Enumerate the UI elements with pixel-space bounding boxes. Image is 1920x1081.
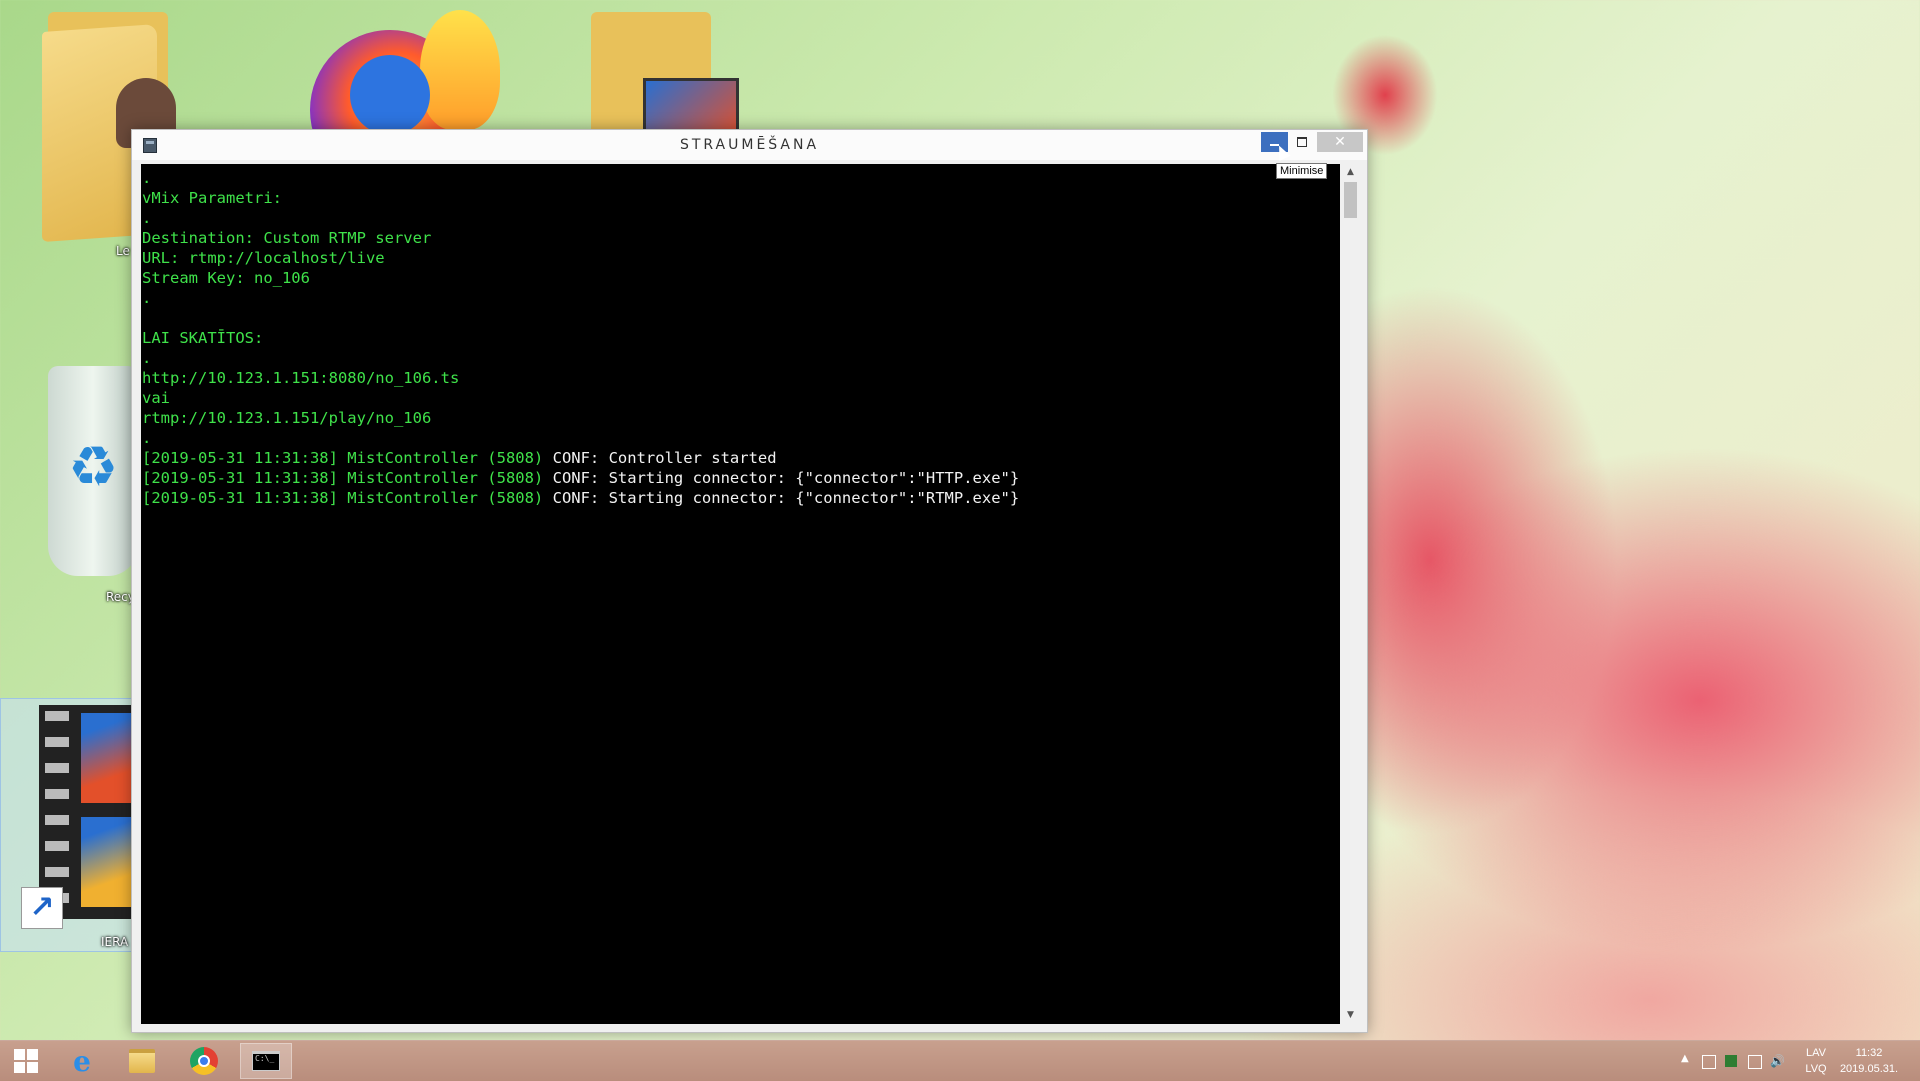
console-text-segment: vai xyxy=(142,389,170,407)
console-text-segment: Destination: Custom RTMP server xyxy=(142,229,432,247)
file-explorer-icon xyxy=(129,1049,155,1073)
console-text-segment: . xyxy=(142,209,152,227)
windows-start-icon xyxy=(14,1049,38,1073)
scrollbar-thumb[interactable] xyxy=(1344,182,1357,218)
console-text-segment: [2019-05-31 11:31:38] MistController (58… xyxy=(142,449,553,467)
maximize-icon xyxy=(1297,137,1307,147)
console-text-segment: . xyxy=(142,169,152,187)
start-button[interactable] xyxy=(0,1043,52,1079)
console-text-segment: CONF: Starting connector: {"connector":"… xyxy=(552,469,1020,487)
console-line: . xyxy=(142,288,1340,308)
input-language-indicator[interactable]: LAV LVQ xyxy=(1796,1045,1836,1077)
window-titlebar[interactable]: STRAUMĒŠANA ✕ xyxy=(132,130,1367,160)
command-prompt-icon: C:\_ xyxy=(252,1051,280,1071)
chrome-icon xyxy=(190,1047,218,1075)
taskbar-internet-explorer[interactable]: e xyxy=(56,1043,108,1079)
shortcut-arrow-icon: ↗ xyxy=(21,887,63,929)
console-text-segment: rtmp://10.123.1.151/play/no_106 xyxy=(142,409,432,427)
console-line: . xyxy=(142,208,1340,228)
desktop-icon-video-folder[interactable] xyxy=(585,8,745,152)
console-line: . xyxy=(142,428,1340,448)
console-line: [2019-05-31 11:31:38] MistController (58… xyxy=(142,468,1340,488)
console-line: vMix Parametri: xyxy=(142,188,1340,208)
console-line: . xyxy=(142,168,1340,188)
firefox-icon[interactable] xyxy=(300,10,520,190)
console-window[interactable]: STRAUMĒŠANA ✕ . vMix Parametri:. Destinati… xyxy=(131,129,1368,1033)
minimize-tooltip: Minimise xyxy=(1276,163,1328,179)
close-button[interactable]: ✕ xyxy=(1317,132,1363,152)
console-text-segment: CONF: Starting connector: {"connector":"… xyxy=(552,489,1020,507)
taskbar: e C:\_ ▲ 🔊 LAV LVQ 11:32 2019.05.31. xyxy=(0,1040,1920,1081)
nvidia-icon[interactable] xyxy=(1725,1055,1737,1067)
network-icon[interactable] xyxy=(1748,1055,1762,1069)
clock-date: 2019.05.31. xyxy=(1839,1063,1899,1075)
console-text-segment: CONF: Controller started xyxy=(552,449,777,467)
taskbar-file-explorer[interactable] xyxy=(116,1043,168,1079)
console-line: Stream Key: no_106 xyxy=(142,268,1340,288)
vertical-scrollbar[interactable]: ▲ ▼ xyxy=(1342,164,1359,1024)
clock[interactable]: 11:32 2019.05.31. xyxy=(1836,1045,1902,1077)
console-text-segment: http://10.123.1.151:8080/no_106.ts xyxy=(142,369,460,387)
console-line: . xyxy=(142,348,1340,368)
console-text-segment: Stream Key: no_106 xyxy=(142,269,310,287)
console-output[interactable]: . vMix Parametri:. Destination: Custom RTM… xyxy=(141,164,1340,1024)
console-line: URL: rtmp://localhost/live xyxy=(142,248,1340,268)
action-center-flag-icon[interactable] xyxy=(1702,1055,1716,1069)
taskbar-chrome[interactable] xyxy=(178,1043,230,1079)
console-text-segment: . xyxy=(142,289,152,307)
console-line: vai xyxy=(142,388,1340,408)
scroll-up-arrow-icon[interactable]: ▲ xyxy=(1342,164,1359,181)
console-line: rtmp://10.123.1.151/play/no_106 xyxy=(142,408,1340,428)
volume-icon[interactable]: 🔊 xyxy=(1770,1055,1785,1067)
show-hidden-icons-button[interactable]: ▲ xyxy=(1681,1053,1689,1064)
internet-explorer-icon: e xyxy=(73,1044,91,1078)
console-line: Destination: Custom RTMP server xyxy=(142,228,1340,248)
maximize-button[interactable] xyxy=(1289,132,1315,152)
language-code: LAV xyxy=(1806,1047,1826,1059)
recycle-bin-icon[interactable]: ♻ Recy xyxy=(40,358,140,608)
desktop-icon-video-shortcut[interactable]: ↗ IERA xyxy=(0,698,132,952)
keyboard-layout-code: LVQ xyxy=(1805,1063,1827,1075)
window-title: STRAUMĒŠANA xyxy=(679,137,820,153)
desktop-icon-label: IERA xyxy=(101,935,129,949)
console-line: http://10.123.1.151:8080/no_106.ts xyxy=(142,368,1340,388)
recycle-symbol-icon: ♻ xyxy=(68,435,119,500)
console-text-segment: . xyxy=(142,429,152,447)
console-line: LAI SKATĪTOS: xyxy=(142,328,1340,348)
console-text-segment: LAI SKATĪTOS: xyxy=(142,329,264,347)
scroll-down-arrow-icon[interactable]: ▼ xyxy=(1342,1007,1359,1024)
console-text-segment: URL: rtmp://localhost/live xyxy=(142,249,385,267)
console-line: [2019-05-31 11:31:38] MistController (58… xyxy=(142,448,1340,468)
taskbar-command-prompt[interactable]: C:\_ xyxy=(240,1043,292,1079)
console-text-segment: vMix Parametri: xyxy=(142,189,282,207)
console-text-segment: . xyxy=(142,349,152,367)
close-icon: ✕ xyxy=(1334,134,1346,150)
clock-time: 11:32 xyxy=(1855,1047,1883,1059)
desktop-icon-label: Le xyxy=(116,244,130,258)
console-line: [2019-05-31 11:31:38] MistController (58… xyxy=(142,488,1340,508)
console-text-segment: [2019-05-31 11:31:38] MistController (58… xyxy=(142,489,553,507)
console-text-segment: [2019-05-31 11:31:38] MistController (58… xyxy=(142,469,553,487)
